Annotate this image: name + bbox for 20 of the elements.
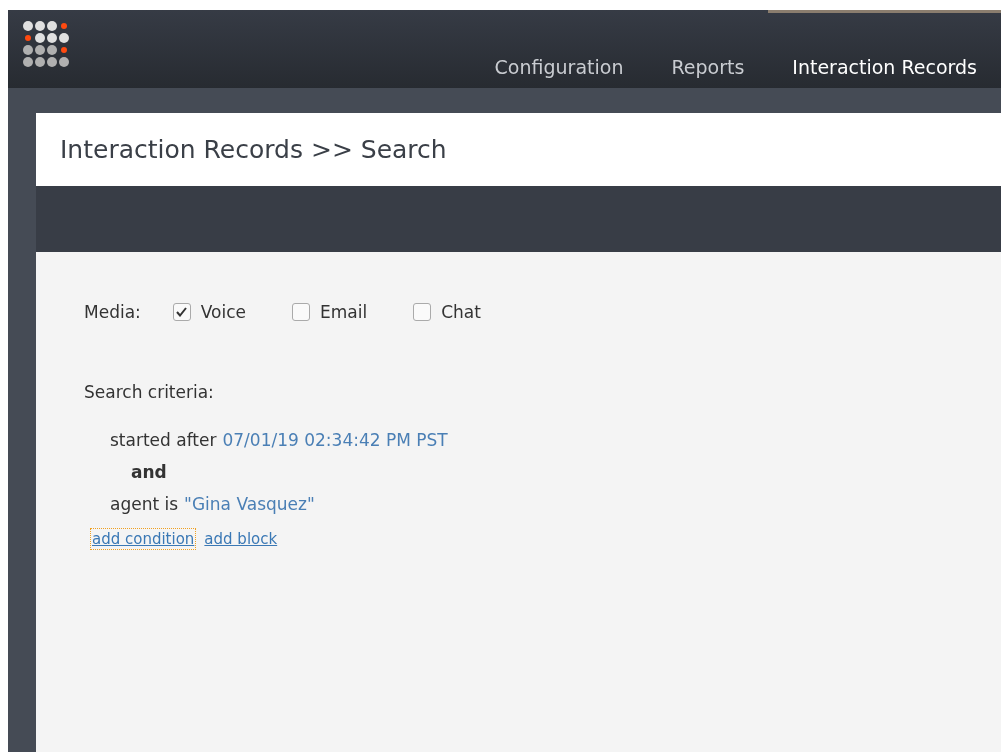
media-label: Media: xyxy=(84,302,141,322)
action-link[interactable]: add condition xyxy=(90,528,197,550)
checkbox[interactable] xyxy=(172,303,191,321)
joiner-text: and xyxy=(131,462,168,482)
condition-text: agent is xyxy=(110,494,179,514)
logo-icon xyxy=(22,20,72,70)
check-icon xyxy=(176,307,188,317)
checkbox-label: Chat xyxy=(441,302,481,322)
condition-text: started after xyxy=(110,430,217,450)
checkbox-label: Email xyxy=(320,302,368,322)
condition-value[interactable]: 07/01/19 02:34:42 PM PST xyxy=(222,430,448,450)
condition-value[interactable]: "Gina Vasquez" xyxy=(184,494,315,514)
criteria-label: Search criteria: xyxy=(84,382,215,402)
checkbox[interactable] xyxy=(292,303,311,321)
checkbox-label: Voice xyxy=(200,302,247,322)
nav-tab[interactable]: Configuration xyxy=(470,10,648,88)
nav-tab[interactable]: Reports xyxy=(647,10,769,88)
action-link[interactable]: add block xyxy=(202,528,280,550)
checkbox[interactable] xyxy=(413,303,432,321)
page-title: Interaction Records >> Search xyxy=(60,135,447,164)
